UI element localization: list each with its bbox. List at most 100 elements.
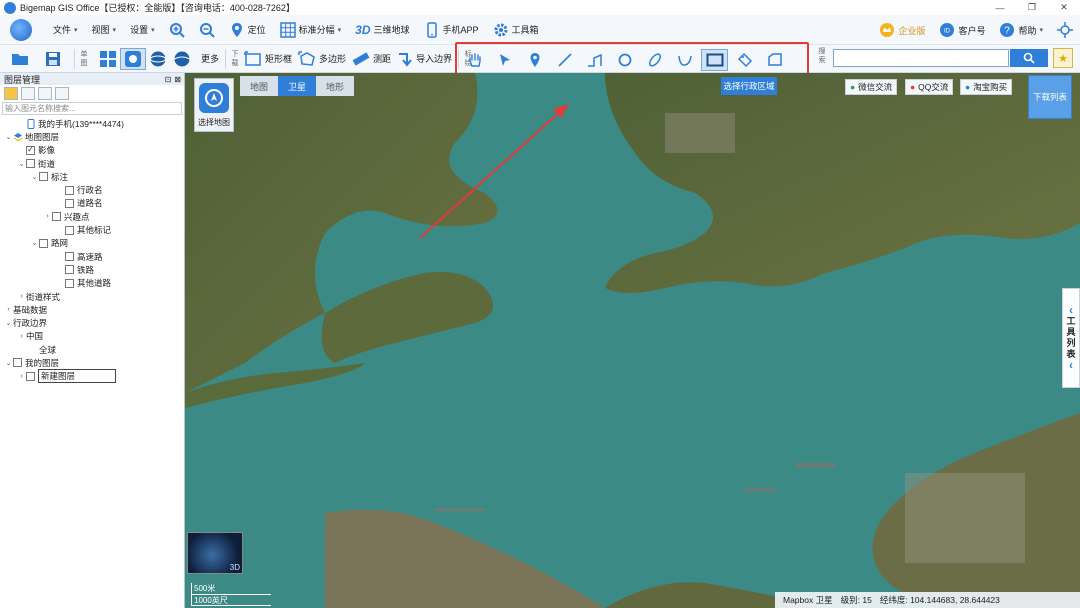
layer-checkbox[interactable] xyxy=(26,371,35,381)
menu-view[interactable]: 视图 ▾ xyxy=(85,19,124,41)
settings-layer-icon[interactable] xyxy=(38,86,52,100)
choose-map-button[interactable]: 选择地图 xyxy=(194,78,234,132)
chevron-right-icon[interactable]: › xyxy=(4,306,13,313)
help-button[interactable]: ? 帮助 ▾ xyxy=(992,19,1050,41)
ellipse-tool-button[interactable] xyxy=(641,49,668,71)
layer-tree-row[interactable]: 其他标记 xyxy=(0,223,184,236)
close-panel-icon[interactable]: ⊠ xyxy=(174,75,181,84)
layer-tree-row[interactable]: 高速路 xyxy=(0,250,184,263)
close-button[interactable]: ✕ xyxy=(1048,0,1080,15)
layer-tree-row[interactable]: 我的手机(139****4474) xyxy=(0,117,184,130)
chevron-right-icon[interactable]: › xyxy=(17,293,26,300)
point-tool-button[interactable] xyxy=(521,49,548,71)
more-button[interactable]: 更多 xyxy=(198,48,222,70)
layer-tree-row[interactable]: 铁路 xyxy=(0,263,184,276)
mobile-app-button[interactable]: 手机APP xyxy=(417,19,486,41)
chevron-down-icon[interactable]: ⌄ xyxy=(4,359,13,367)
layer-checkbox[interactable] xyxy=(13,358,22,368)
open-button[interactable] xyxy=(8,48,32,70)
layer-tree-row[interactable]: ⌄ 标注 xyxy=(0,170,184,183)
layout-button[interactable] xyxy=(96,48,120,70)
open-folder-icon[interactable] xyxy=(4,86,18,100)
label-tool-button[interactable] xyxy=(731,49,758,71)
tab-satellite[interactable]: 卫星 xyxy=(278,76,316,96)
layer-tree-row[interactable]: › 基础数据 xyxy=(0,303,184,316)
import-border-button[interactable]: 导入边界 xyxy=(394,48,455,70)
layer-tree-row[interactable]: ⌄ 我的图层 xyxy=(0,356,184,369)
layer-tree-row[interactable]: 其他道路 xyxy=(0,277,184,290)
select-tool-button[interactable] xyxy=(491,49,518,71)
download-list-button[interactable]: 下载列表 xyxy=(1028,75,1072,119)
pin-icon[interactable]: ⊡ xyxy=(165,75,172,84)
curve-tool-button[interactable] xyxy=(671,49,698,71)
layer-checkbox[interactable]: ✓ xyxy=(26,145,35,155)
tab-map[interactable]: 地图 xyxy=(240,76,278,96)
line-tool-button[interactable] xyxy=(551,49,578,71)
polygon-select-button[interactable]: 多边形 xyxy=(295,48,349,70)
grid-button[interactable]: 标准分幅 ▾ xyxy=(273,19,349,41)
zoom-out-button[interactable] xyxy=(192,19,222,41)
layer-checkbox[interactable] xyxy=(52,212,61,222)
chevron-down-icon[interactable]: ⌄ xyxy=(30,173,39,181)
restore-button[interactable]: ❐ xyxy=(1016,0,1048,15)
chevron-down-icon[interactable]: ⌄ xyxy=(30,239,39,247)
layer-tree-row[interactable]: › 中国 xyxy=(0,330,184,343)
layer-search-input[interactable]: 输入图元名称搜索... xyxy=(2,102,182,115)
globe-layer2-button[interactable] xyxy=(170,48,194,70)
wechat-button[interactable]: ● 微信交流 xyxy=(845,79,898,95)
chevron-right-icon[interactable]: › xyxy=(43,213,52,220)
enterprise-button[interactable]: 企业版 xyxy=(872,19,932,41)
menu-file[interactable]: 文件 ▾ xyxy=(46,19,85,41)
measure-button[interactable]: 测距 xyxy=(349,48,394,70)
rect-select-button[interactable]: 矩形框 xyxy=(241,48,295,70)
menu-settings[interactable]: 设置 ▾ xyxy=(123,19,162,41)
layer-tree-row[interactable]: ✓ 影像 xyxy=(0,144,184,157)
chevron-down-icon[interactable]: ⌄ xyxy=(4,133,13,141)
chevron-down-icon[interactable]: ⌄ xyxy=(4,319,13,327)
taobao-button[interactable]: ● 淘宝购买 xyxy=(960,79,1013,95)
layer-checkbox[interactable] xyxy=(65,278,74,288)
layer-tree-row[interactable]: 行政名 xyxy=(0,183,184,196)
pan-tool-button[interactable] xyxy=(461,49,488,71)
earth3d-button[interactable]: 3D 三维地球 xyxy=(348,19,416,41)
tool-list-panel-toggle[interactable]: ‹ 工 具 列 表 ‹ xyxy=(1062,288,1080,388)
layer-tree-row[interactable]: ⌄ 街道 xyxy=(0,157,184,170)
layer-checkbox[interactable] xyxy=(65,265,74,275)
search-input[interactable] xyxy=(833,49,1009,67)
toolbox-button[interactable]: 工具箱 xyxy=(486,19,546,41)
layer-tree-row[interactable]: › 新建图层 xyxy=(0,369,184,384)
map-view[interactable]: 选择地图 地图 卫星 地形 选择行政区域 ● 微信交流 ● QQ交流 ● 淘宝购… xyxy=(185,73,1080,608)
layer-checkbox[interactable] xyxy=(39,172,48,182)
circle-tool-button[interactable] xyxy=(611,49,638,71)
search-layer-icon[interactable] xyxy=(55,86,69,100)
customer-button[interactable]: ID 客户号 xyxy=(932,19,992,41)
locate-button[interactable]: 定位 xyxy=(222,19,273,41)
search-button[interactable] xyxy=(1010,49,1048,67)
layer-checkbox[interactable] xyxy=(65,185,74,195)
chevron-right-icon[interactable]: › xyxy=(17,373,26,380)
layer-checkbox[interactable] xyxy=(65,198,74,208)
tab-terrain[interactable]: 地形 xyxy=(316,76,354,96)
satellite-layer-button[interactable] xyxy=(120,47,146,70)
layer-tree-row[interactable]: ⌄ 行政边界 xyxy=(0,316,184,329)
qq-button[interactable]: ● QQ交流 xyxy=(905,79,954,95)
polyline-tool-button[interactable] xyxy=(581,49,608,71)
layer-tree-row[interactable]: ⌄ 路网 xyxy=(0,237,184,250)
select-region-button[interactable]: 选择行政区域 xyxy=(721,77,777,95)
chevron-right-icon[interactable]: › xyxy=(17,333,26,340)
layer-checkbox[interactable] xyxy=(26,159,35,169)
app-menu-logo-icon[interactable] xyxy=(10,18,32,41)
polygon-tool-button[interactable] xyxy=(761,49,788,71)
minimap-globe[interactable]: 3D xyxy=(187,532,243,574)
layer-checkbox[interactable] xyxy=(65,225,74,235)
favorite-button[interactable]: ★ xyxy=(1053,48,1073,68)
zoom-in-button[interactable] xyxy=(162,19,192,41)
layer-checkbox[interactable] xyxy=(39,238,48,248)
minimize-button[interactable]: — xyxy=(984,0,1016,15)
layer-tree-row[interactable]: ⌄ 地图图层 xyxy=(0,130,184,143)
save-layer-icon[interactable] xyxy=(21,86,35,100)
settings-target-button[interactable] xyxy=(1050,19,1080,41)
rectangle-tool-button[interactable] xyxy=(701,48,728,71)
layer-tree-row[interactable]: 道路名 xyxy=(0,197,184,210)
layer-tree-row[interactable]: › 街道样式 xyxy=(0,290,184,303)
